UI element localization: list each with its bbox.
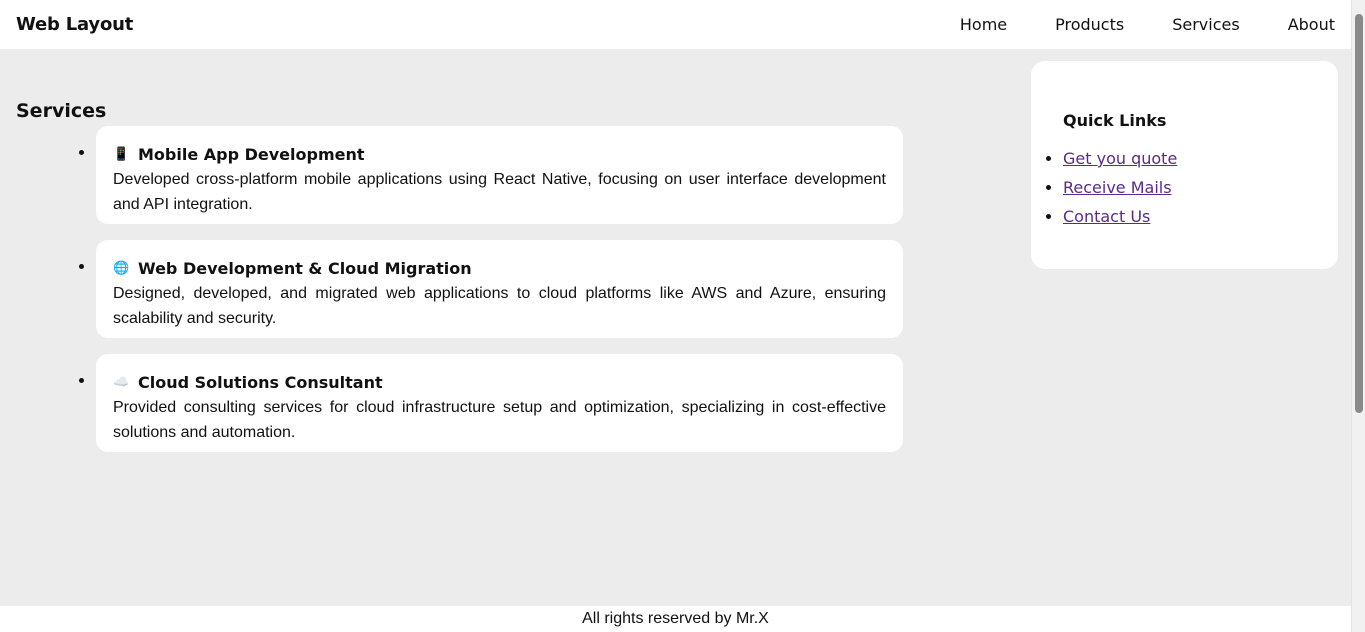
link-contact-us[interactable]: Contact Us — [1063, 207, 1150, 226]
main-content: Services 📱 Mobile App Development Develo… — [16, 100, 903, 468]
service-title-text: Cloud Solutions Consultant — [138, 373, 383, 392]
nav-products[interactable]: Products — [1055, 15, 1124, 34]
link-receive-mails[interactable]: Receive Mails — [1063, 178, 1172, 197]
scrollbar-thumb[interactable] — [1355, 14, 1363, 413]
quick-link-item: Get you quote — [1063, 148, 1306, 170]
service-item: ☁️ Cloud Solutions Consultant Provided c… — [96, 354, 903, 452]
service-card: 🌐 Web Development & Cloud Migration Desi… — [96, 240, 903, 338]
service-title: ☁️ Cloud Solutions Consultant — [113, 371, 886, 395]
cloud-icon: ☁️ — [113, 375, 130, 390]
service-title-text: Mobile App Development — [138, 145, 365, 164]
service-item: 🌐 Web Development & Cloud Migration Desi… — [96, 240, 903, 338]
nav-services[interactable]: Services — [1172, 15, 1239, 34]
service-description: Designed, developed, and migrated web ap… — [113, 285, 886, 327]
service-title: 🌐 Web Development & Cloud Migration — [113, 257, 886, 281]
service-title-text: Web Development & Cloud Migration — [138, 259, 472, 278]
site-brand[interactable]: Web Layout — [16, 14, 133, 35]
quick-link-item: Contact Us — [1063, 206, 1306, 228]
mobile-phone-icon: 📱 — [113, 147, 130, 162]
quick-links-panel: Quick Links Get you quote Receive Mails … — [1031, 61, 1338, 269]
quick-link-item: Receive Mails — [1063, 177, 1306, 199]
nav-about[interactable]: About — [1288, 15, 1335, 34]
service-title: 📱 Mobile App Development — [113, 143, 886, 167]
service-description: Provided consulting services for cloud i… — [113, 399, 886, 441]
section-title: Services — [16, 100, 107, 122]
site-header: Web Layout Home Products Services About — [0, 0, 1351, 49]
globe-icon: 🌐 — [113, 261, 130, 276]
nav-home[interactable]: Home — [960, 15, 1007, 34]
service-description: Developed cross-platform mobile applicat… — [113, 171, 886, 213]
quick-links-title: Quick Links — [1063, 111, 1167, 130]
service-item: 📱 Mobile App Development Developed cross… — [96, 126, 903, 224]
vertical-scrollbar[interactable] — [1351, 0, 1365, 632]
site-footer: All rights reserved by Mr.X — [0, 606, 1351, 632]
main-nav: Home Products Services About — [960, 15, 1335, 34]
services-list: 📱 Mobile App Development Developed cross… — [16, 126, 903, 452]
link-get-quote[interactable]: Get you quote — [1063, 149, 1177, 168]
service-card: 📱 Mobile App Development Developed cross… — [96, 126, 903, 224]
service-card: ☁️ Cloud Solutions Consultant Provided c… — [96, 354, 903, 452]
quick-links-list: Get you quote Receive Mails Contact Us — [1063, 148, 1306, 228]
